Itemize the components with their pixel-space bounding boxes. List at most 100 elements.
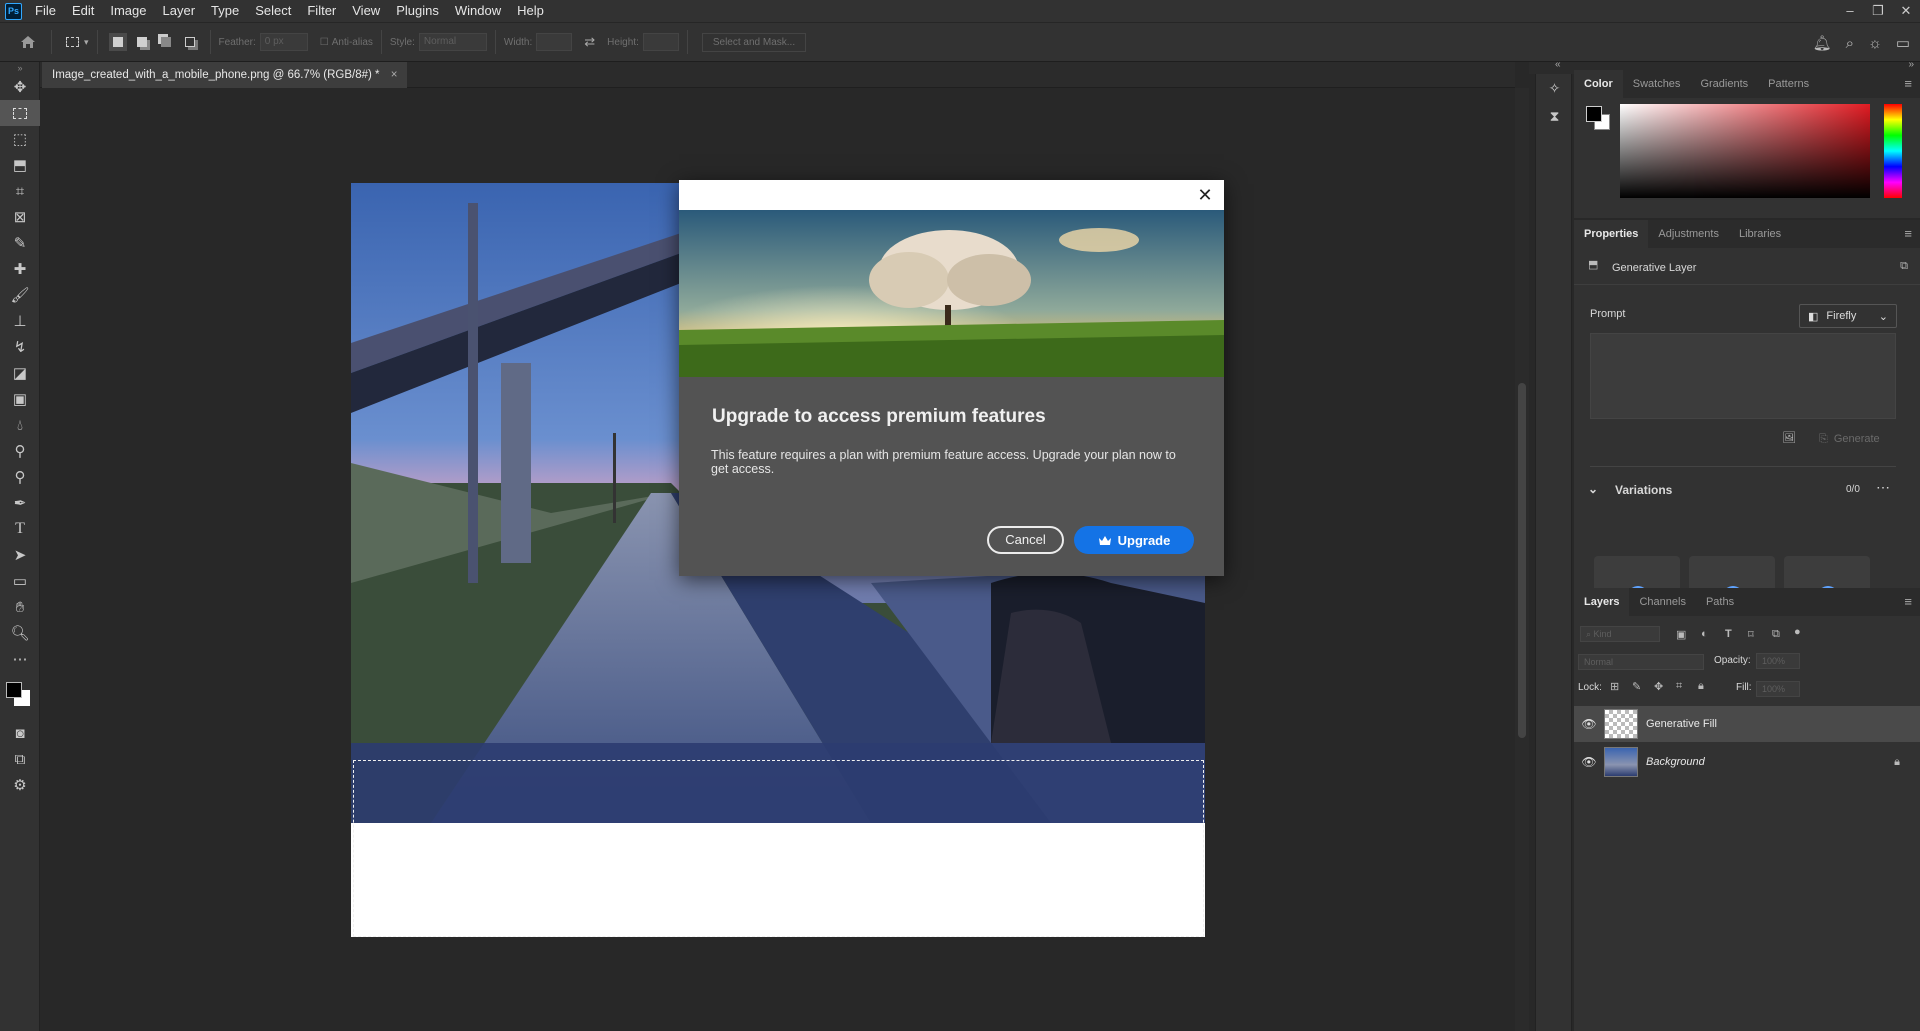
swap-icon[interactable]: ⇄ <box>584 34 595 50</box>
scrollbar-thumb[interactable] <box>1518 383 1526 738</box>
filter-smart-object-icon[interactable]: ⧉ <box>1772 628 1780 641</box>
rectangle-tool-icon[interactable]: ▭ <box>0 568 40 594</box>
feather-input[interactable]: 0 px <box>259 33 308 51</box>
clone-stamp-tool-icon[interactable]: ⊥ <box>0 308 40 334</box>
contextual-bar-icon[interactable]: ⚙ <box>0 772 40 798</box>
pen-tool-icon[interactable]: ✒ <box>0 490 40 516</box>
upgrade-button[interactable]: Upgrade <box>1074 526 1194 554</box>
menu-help[interactable]: Help <box>509 0 552 22</box>
eye-icon[interactable]: 👁︎ <box>1574 717 1604 731</box>
menu-layer[interactable]: Layer <box>155 0 204 22</box>
marquee-tool-icon[interactable] <box>0 100 40 126</box>
frame-tool-icon[interactable]: ⊠ <box>0 204 40 230</box>
discover-icon[interactable]: ☼ <box>1868 35 1882 52</box>
zoom-lens-tool-icon[interactable]: ⚲ <box>0 464 40 490</box>
layer-filter-kind[interactable]: ⌕ Kind <box>1580 626 1660 642</box>
menu-image[interactable]: Image <box>102 0 154 22</box>
lock-transparency-icon[interactable]: ⊞ <box>1610 680 1619 693</box>
marquee-preset-icon[interactable] <box>63 33 81 51</box>
add-selection-icon[interactable] <box>133 33 151 51</box>
lock-all-icon[interactable]: 🔒︎ <box>1698 680 1704 693</box>
lock-pixels-icon[interactable]: ✎ <box>1632 680 1641 693</box>
close-tab-icon[interactable]: × <box>391 69 398 81</box>
prompt-input[interactable] <box>1590 333 1896 419</box>
hand-tool-icon[interactable]: ✋︎ <box>0 594 40 620</box>
layer-row-background[interactable]: 👁︎ Background 🔒︎ <box>1574 744 1920 780</box>
menu-plugins[interactable]: Plugins <box>388 0 447 22</box>
home-icon[interactable] <box>16 33 40 51</box>
filter-pixel-icon[interactable]: ▣ <box>1676 628 1686 641</box>
dodge-tool-icon[interactable]: ⚲ <box>0 438 40 464</box>
restore-button[interactable]: ❐ <box>1864 0 1892 22</box>
panel-menu-icon[interactable]: ≡ <box>1904 226 1912 241</box>
blend-mode-select[interactable]: Normal <box>1578 654 1704 670</box>
quick-selection-tool-icon[interactable]: ⬒ <box>0 152 40 178</box>
eye-icon[interactable]: 👁︎ <box>1574 755 1604 769</box>
tab-swatches[interactable]: Swatches <box>1623 70 1691 98</box>
reference-image-icon[interactable]: 🖼︎ <box>1782 431 1796 444</box>
search-icon[interactable]: ⌕ <box>1846 35 1854 52</box>
tab-adjustments[interactable]: Adjustments <box>1648 220 1729 248</box>
color-picker-field[interactable] <box>1620 104 1870 198</box>
bell-icon[interactable]: 🔔︎ <box>1813 34 1832 52</box>
layer-row-generative-fill[interactable]: 👁︎ Generative Fill <box>1574 706 1920 742</box>
lock-position-icon[interactable]: ✥ <box>1654 680 1663 693</box>
intersect-selection-icon[interactable] <box>181 33 199 51</box>
history-brush-tool-icon[interactable]: ↯ <box>0 334 40 360</box>
eraser-tool-icon[interactable]: ◪ <box>0 360 40 386</box>
select-and-mask-button[interactable]: Select and Mask... <box>701 32 807 52</box>
subtract-selection-icon[interactable] <box>157 33 175 51</box>
foreground-color-swatch[interactable] <box>6 682 22 698</box>
filter-toggle-icon[interactable]: ● <box>1794 626 1801 638</box>
close-dialog-button[interactable]: ✕ <box>1194 184 1216 206</box>
tab-color[interactable]: Color <box>1574 70 1623 98</box>
filter-type-icon[interactable]: T <box>1725 628 1732 640</box>
more-tools-icon[interactable]: ⋯ <box>0 646 40 672</box>
document-tab[interactable]: Image_created_with_a_mobile_phone.png @ … <box>42 62 408 88</box>
menu-window[interactable]: Window <box>447 0 509 22</box>
model-select[interactable]: ◧ Firefly ⌄ <box>1799 304 1897 328</box>
close-window-button[interactable]: ✕ <box>1892 0 1920 22</box>
type-tool-icon[interactable]: T <box>0 516 40 542</box>
tab-patterns[interactable]: Patterns <box>1758 70 1819 98</box>
tab-properties[interactable]: Properties <box>1574 220 1649 248</box>
workspace-icon[interactable]: ▭ <box>1896 34 1910 52</box>
tab-layers[interactable]: Layers <box>1574 588 1630 616</box>
quick-mask-icon[interactable]: ◙ <box>0 720 40 746</box>
move-tool-icon[interactable]: ✥ <box>0 74 40 100</box>
height-input[interactable] <box>642 33 679 51</box>
layer-options-icon[interactable]: ⧉ <box>1900 260 1908 273</box>
lock-artboard-icon[interactable]: ⌗ <box>1676 680 1682 693</box>
minimize-button[interactable]: – <box>1836 0 1864 22</box>
crop-tool-icon[interactable]: ⌗ <box>0 178 40 204</box>
menu-edit[interactable]: Edit <box>64 0 102 22</box>
chevron-down-icon[interactable]: ▾ <box>84 37 89 48</box>
menu-type[interactable]: Type <box>203 0 247 22</box>
width-input[interactable] <box>536 33 573 51</box>
antialias-checkbox[interactable]: ☐ <box>320 37 329 48</box>
menu-filter[interactable]: Filter <box>299 0 344 22</box>
menu-file[interactable]: File <box>27 0 64 22</box>
discover-panel-icon[interactable]: ✧ <box>1536 74 1573 102</box>
hue-slider[interactable] <box>1884 104 1902 198</box>
more-options-icon[interactable]: ⋯ <box>1876 479 1890 496</box>
object-selection-tool-icon[interactable]: ⬚ <box>0 126 40 152</box>
collapse-dock-icon[interactable]: « <box>1555 59 1561 70</box>
foreground-swatch[interactable] <box>1586 106 1602 122</box>
tab-gradients[interactable]: Gradients <box>1690 70 1758 98</box>
gradient-tool-icon[interactable]: ▣ <box>0 386 40 412</box>
collapse-icon[interactable]: » <box>0 62 40 74</box>
filter-adjustment-icon[interactable]: ◐ <box>1701 628 1708 640</box>
color-swatches[interactable] <box>0 672 39 720</box>
brush-tool-icon[interactable]: 🖌︎ <box>0 282 40 308</box>
fill-input[interactable]: 100% <box>1756 681 1800 697</box>
tab-channels[interactable]: Channels <box>1629 588 1695 616</box>
history-panel-icon[interactable]: ⧗ <box>1536 102 1573 130</box>
screen-mode-icon[interactable]: ⧉ <box>0 746 40 772</box>
blur-tool-icon[interactable]: 💧︎ <box>0 412 40 438</box>
path-selection-tool-icon[interactable]: ➤ <box>0 542 40 568</box>
cancel-button[interactable]: Cancel <box>987 526 1064 554</box>
expand-dock-icon[interactable]: » <box>1908 59 1914 70</box>
generate-button[interactable]: ⎘ Generate <box>1811 428 1895 450</box>
healing-brush-tool-icon[interactable]: ✚ <box>0 256 40 282</box>
